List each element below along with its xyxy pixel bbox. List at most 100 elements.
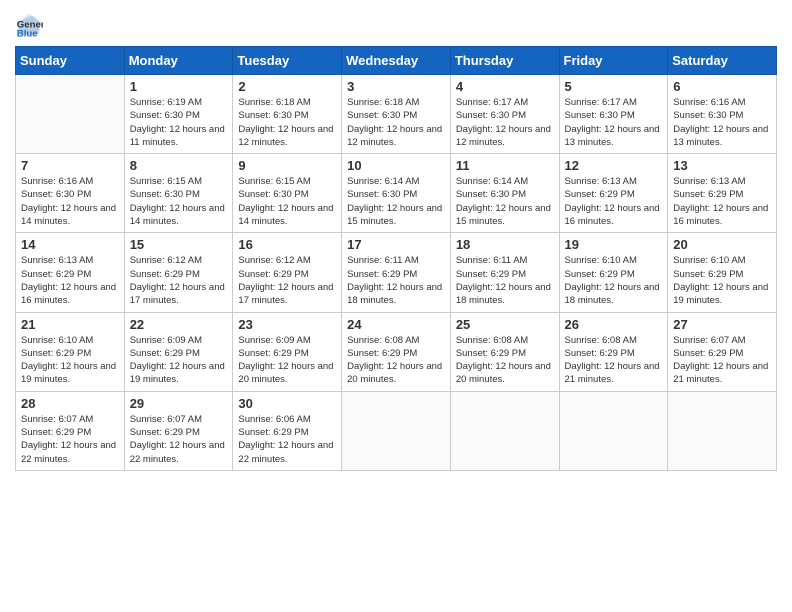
calendar-cell: 24 Sunrise: 6:08 AMSunset: 6:29 PMDayligh…: [342, 312, 451, 391]
day-info: Sunrise: 6:15 AMSunset: 6:30 PMDaylight:…: [238, 175, 336, 228]
calendar-cell: 11 Sunrise: 6:14 AMSunset: 6:30 PMDayligh…: [450, 154, 559, 233]
day-info: Sunrise: 6:08 AMSunset: 6:29 PMDaylight:…: [565, 334, 663, 387]
calendar-cell: 22 Sunrise: 6:09 AMSunset: 6:29 PMDayligh…: [124, 312, 233, 391]
day-number: 14: [21, 237, 119, 252]
day-number: 21: [21, 317, 119, 332]
calendar-cell: 15Sunrise: 6:12 AMSunset: 6:29 PMDayligh…: [124, 233, 233, 312]
calendar-cell: 16Sunrise: 6:12 AMSunset: 6:29 PMDayligh…: [233, 233, 342, 312]
weekday-header-row: SundayMondayTuesdayWednesdayThursdayFrid…: [16, 47, 777, 75]
weekday-header: Saturday: [668, 47, 777, 75]
calendar-cell: 14 Sunrise: 6:13 AMSunset: 6:29 PMDayligh…: [16, 233, 125, 312]
calendar-week-row: 28 Sunrise: 6:07 AMSunset: 6:29 PMDayligh…: [16, 391, 777, 470]
calendar-cell: 20 Sunrise: 6:10 AMSunset: 6:29 PMDayligh…: [668, 233, 777, 312]
calendar-cell: 13 Sunrise: 6:13 AMSunset: 6:29 PMDayligh…: [668, 154, 777, 233]
calendar-cell: [668, 391, 777, 470]
day-number: 24: [347, 317, 445, 332]
calendar-cell: [559, 391, 668, 470]
day-number: 12: [565, 158, 663, 173]
logo-icon: General Blue: [15, 10, 43, 38]
calendar-cell: 2 Sunrise: 6:18 AMSunset: 6:30 PMDaylight…: [233, 75, 342, 154]
calendar-table: SundayMondayTuesdayWednesdayThursdayFrid…: [15, 46, 777, 471]
day-number: 11: [456, 158, 554, 173]
day-info: Sunrise: 6:07 AMSunset: 6:29 PMDaylight:…: [673, 334, 771, 387]
weekday-header: Monday: [124, 47, 233, 75]
day-info: Sunrise: 6:13 AMSunset: 6:29 PMDaylight:…: [565, 175, 663, 228]
day-number: 16: [238, 237, 336, 252]
calendar-cell: 23Sunrise: 6:09 AMSunset: 6:29 PMDayligh…: [233, 312, 342, 391]
day-info: Sunrise: 6:18 AMSunset: 6:30 PMDaylight:…: [347, 96, 445, 149]
weekday-header: Sunday: [16, 47, 125, 75]
day-number: 5: [565, 79, 663, 94]
calendar-week-row: 7 Sunrise: 6:16 AMSunset: 6:30 PMDaylight…: [16, 154, 777, 233]
day-info: Sunrise: 6:10 AMSunset: 6:29 PMDaylight:…: [21, 334, 119, 387]
calendar-cell: 5 Sunrise: 6:17 AMSunset: 6:30 PMDaylight…: [559, 75, 668, 154]
day-info: Sunrise: 6:11 AMSunset: 6:29 PMDaylight:…: [347, 254, 445, 307]
day-info: Sunrise: 6:13 AMSunset: 6:29 PMDaylight:…: [21, 254, 119, 307]
day-number: 1: [130, 79, 228, 94]
day-number: 4: [456, 79, 554, 94]
page: General Blue SundayMondayTuesdayWednesda…: [0, 0, 792, 612]
header: General Blue: [15, 10, 777, 38]
calendar-cell: 29Sunrise: 6:07 AMSunset: 6:29 PMDayligh…: [124, 391, 233, 470]
day-number: 2: [238, 79, 336, 94]
day-number: 26: [565, 317, 663, 332]
weekday-header: Wednesday: [342, 47, 451, 75]
day-number: 17: [347, 237, 445, 252]
day-info: Sunrise: 6:18 AMSunset: 6:30 PMDaylight:…: [238, 96, 336, 149]
calendar-cell: 8 Sunrise: 6:15 AMSunset: 6:30 PMDaylight…: [124, 154, 233, 233]
day-number: 10: [347, 158, 445, 173]
day-info: Sunrise: 6:17 AMSunset: 6:30 PMDaylight:…: [565, 96, 663, 149]
day-number: 6: [673, 79, 771, 94]
weekday-header: Thursday: [450, 47, 559, 75]
calendar-cell: 19 Sunrise: 6:10 AMSunset: 6:29 PMDayligh…: [559, 233, 668, 312]
day-info: Sunrise: 6:19 AMSunset: 6:30 PMDaylight:…: [130, 96, 228, 149]
day-info: Sunrise: 6:10 AMSunset: 6:29 PMDaylight:…: [673, 254, 771, 307]
calendar-cell: 1 Sunrise: 6:19 AMSunset: 6:30 PMDaylight…: [124, 75, 233, 154]
calendar-cell: 30 Sunrise: 6:06 AMSunset: 6:29 PMDayligh…: [233, 391, 342, 470]
day-number: 30: [238, 396, 336, 411]
day-info: Sunrise: 6:15 AMSunset: 6:30 PMDaylight:…: [130, 175, 228, 228]
calendar-cell: 3 Sunrise: 6:18 AMSunset: 6:30 PMDaylight…: [342, 75, 451, 154]
day-number: 18: [456, 237, 554, 252]
logo: General Blue: [15, 10, 47, 38]
day-info: Sunrise: 6:07 AMSunset: 6:29 PMDaylight:…: [21, 413, 119, 466]
day-info: Sunrise: 6:08 AMSunset: 6:29 PMDaylight:…: [456, 334, 554, 387]
day-info: Sunrise: 6:17 AMSunset: 6:30 PMDaylight:…: [456, 96, 554, 149]
day-info: Sunrise: 6:06 AMSunset: 6:29 PMDaylight:…: [238, 413, 336, 466]
calendar-cell: 6 Sunrise: 6:16 AMSunset: 6:30 PMDaylight…: [668, 75, 777, 154]
day-number: 19: [565, 237, 663, 252]
calendar-cell: 18Sunrise: 6:11 AMSunset: 6:29 PMDayligh…: [450, 233, 559, 312]
day-info: Sunrise: 6:10 AMSunset: 6:29 PMDaylight:…: [565, 254, 663, 307]
day-info: Sunrise: 6:09 AMSunset: 6:29 PMDaylight:…: [130, 334, 228, 387]
day-info: Sunrise: 6:07 AMSunset: 6:29 PMDaylight:…: [130, 413, 228, 466]
day-number: 23: [238, 317, 336, 332]
day-number: 27: [673, 317, 771, 332]
day-info: Sunrise: 6:16 AMSunset: 6:30 PMDaylight:…: [673, 96, 771, 149]
day-number: 3: [347, 79, 445, 94]
day-number: 7: [21, 158, 119, 173]
calendar-cell: 10 Sunrise: 6:14 AMSunset: 6:30 PMDayligh…: [342, 154, 451, 233]
calendar-cell: 26 Sunrise: 6:08 AMSunset: 6:29 PMDayligh…: [559, 312, 668, 391]
svg-text:Blue: Blue: [17, 28, 38, 38]
calendar-cell: [342, 391, 451, 470]
calendar-cell: [450, 391, 559, 470]
weekday-header: Tuesday: [233, 47, 342, 75]
calendar-cell: 27 Sunrise: 6:07 AMSunset: 6:29 PMDayligh…: [668, 312, 777, 391]
calendar-week-row: 14 Sunrise: 6:13 AMSunset: 6:29 PMDayligh…: [16, 233, 777, 312]
calendar-cell: [16, 75, 125, 154]
calendar-cell: 28 Sunrise: 6:07 AMSunset: 6:29 PMDayligh…: [16, 391, 125, 470]
calendar-week-row: 21 Sunrise: 6:10 AMSunset: 6:29 PMDayligh…: [16, 312, 777, 391]
day-number: 9: [238, 158, 336, 173]
day-number: 8: [130, 158, 228, 173]
day-info: Sunrise: 6:08 AMSunset: 6:29 PMDaylight:…: [347, 334, 445, 387]
day-info: Sunrise: 6:14 AMSunset: 6:30 PMDaylight:…: [456, 175, 554, 228]
day-number: 13: [673, 158, 771, 173]
day-number: 25: [456, 317, 554, 332]
day-info: Sunrise: 6:13 AMSunset: 6:29 PMDaylight:…: [673, 175, 771, 228]
day-info: Sunrise: 6:16 AMSunset: 6:30 PMDaylight:…: [21, 175, 119, 228]
calendar-cell: 9 Sunrise: 6:15 AMSunset: 6:30 PMDaylight…: [233, 154, 342, 233]
day-number: 20: [673, 237, 771, 252]
day-number: 28: [21, 396, 119, 411]
day-info: Sunrise: 6:14 AMSunset: 6:30 PMDaylight:…: [347, 175, 445, 228]
day-number: 22: [130, 317, 228, 332]
